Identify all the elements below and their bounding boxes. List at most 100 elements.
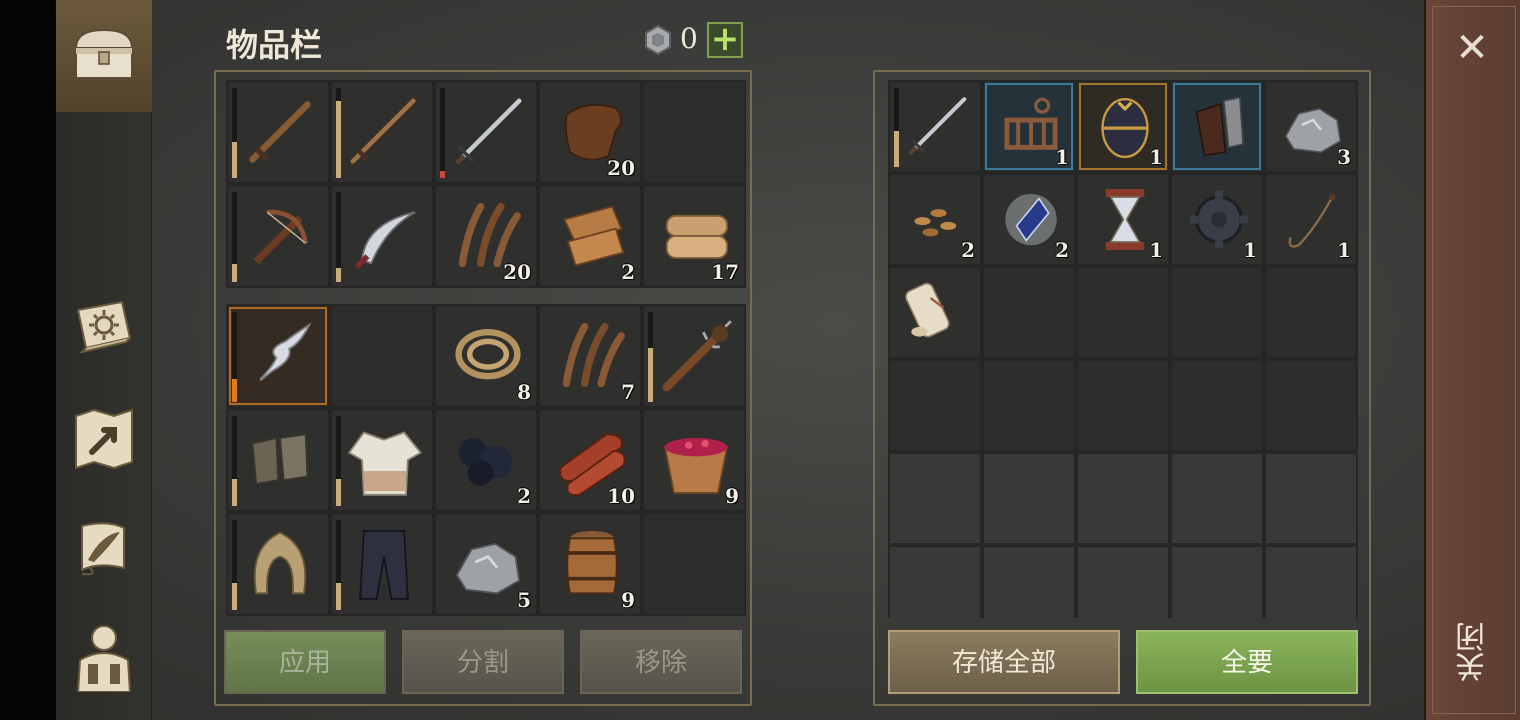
- store-all-button[interactable]: 存储全部: [888, 630, 1120, 694]
- storage-slot[interactable]: 1: [1266, 175, 1356, 264]
- item-count: 2: [621, 260, 635, 284]
- item-count: 1: [1055, 145, 1069, 169]
- pocket-slot[interactable]: 2: [436, 410, 536, 510]
- hood-icon: [253, 531, 307, 595]
- storage-slot[interactable]: [1172, 547, 1262, 636]
- bag-slot[interactable]: [644, 82, 744, 182]
- storage-slot[interactable]: [890, 361, 980, 450]
- bag-slot[interactable]: [228, 82, 328, 182]
- storage-slot[interactable]: [984, 361, 1074, 450]
- storage-slot[interactable]: 1: [1078, 175, 1168, 264]
- shirt-icon: [347, 431, 423, 496]
- coin-icon: [645, 24, 671, 56]
- pocket-slot[interactable]: [228, 410, 328, 510]
- bag-slot[interactable]: 20: [436, 186, 536, 286]
- close-label[interactable]: 关闭: [1452, 612, 1492, 692]
- storage-slot[interactable]: [984, 454, 1074, 543]
- bag-slot[interactable]: 20: [540, 82, 640, 182]
- item-count: 9: [725, 484, 739, 508]
- storage-slot[interactable]: [1078, 268, 1168, 357]
- storage-slot[interactable]: [890, 547, 980, 636]
- pocket-slot[interactable]: 5: [436, 514, 536, 614]
- durability-bar: [336, 520, 341, 610]
- iron-sword-icon: [455, 98, 522, 165]
- storage-slot[interactable]: 2: [984, 175, 1074, 264]
- close-icon[interactable]: ✕: [1448, 24, 1496, 72]
- split-button[interactable]: 分割: [402, 630, 564, 694]
- pocket-slot[interactable]: [332, 306, 432, 406]
- pocket-slot[interactable]: [644, 514, 744, 614]
- storage-slot[interactable]: [1078, 547, 1168, 636]
- spiked-club-icon: [662, 320, 732, 392]
- chest-icon[interactable]: [68, 18, 140, 90]
- pocket-slot[interactable]: 7: [540, 306, 640, 406]
- storage-slot[interactable]: [1172, 82, 1262, 171]
- item-count: 1: [1149, 238, 1163, 262]
- bag-slot[interactable]: [332, 82, 432, 182]
- character-equipment-icon[interactable]: [68, 620, 140, 692]
- item-count: 10: [607, 484, 635, 508]
- durability-bar: [232, 312, 237, 402]
- screen-edge: [0, 0, 56, 720]
- durability-bar: [894, 88, 899, 167]
- item-count: 3: [1337, 145, 1351, 169]
- item-count: 1: [1337, 238, 1351, 262]
- item-count: 20: [607, 156, 635, 180]
- storage-slot[interactable]: [890, 268, 980, 357]
- pocket-slot[interactable]: [228, 514, 328, 614]
- apply-button[interactable]: 应用: [224, 630, 386, 694]
- storage-slot[interactable]: [1266, 454, 1356, 543]
- pocket-slot[interactable]: [644, 306, 744, 406]
- item-count: 2: [961, 238, 975, 262]
- durability-bar: [232, 416, 237, 506]
- storage-slot[interactable]: [1266, 361, 1356, 450]
- crafting-book-icon[interactable]: [68, 290, 140, 362]
- storage-slot[interactable]: 2: [890, 175, 980, 264]
- storage-slot[interactable]: [890, 454, 980, 543]
- storage-slot[interactable]: 1: [1172, 175, 1262, 264]
- bag-slot[interactable]: [436, 82, 536, 182]
- bag-slot[interactable]: 2: [540, 186, 640, 286]
- pocket-slot[interactable]: [332, 514, 432, 614]
- bag-slot[interactable]: 17: [644, 186, 744, 286]
- bag-slot[interactable]: [332, 186, 432, 286]
- map-icon[interactable]: [68, 402, 140, 474]
- item-count: 7: [621, 380, 635, 404]
- gloves-icon: [251, 433, 309, 485]
- pocket-slot[interactable]: 8: [436, 306, 536, 406]
- storage-slot[interactable]: [1266, 268, 1356, 357]
- add-coins-button[interactable]: +: [707, 22, 743, 58]
- durability-bar: [440, 88, 445, 178]
- durability-bar: [232, 520, 237, 610]
- item-count: 2: [1055, 238, 1069, 262]
- durability-bar: [336, 88, 341, 178]
- pocket-slot[interactable]: 9: [644, 410, 744, 510]
- storage-slot[interactable]: 3: [1266, 82, 1356, 171]
- storage-slot[interactable]: 1: [1078, 82, 1168, 171]
- item-count: 5: [517, 588, 531, 612]
- storage-slot[interactable]: [1078, 361, 1168, 450]
- pants-icon: [359, 530, 409, 600]
- storage-slot[interactable]: [1172, 268, 1262, 357]
- storage-slot[interactable]: [984, 547, 1074, 636]
- bag-slot[interactable]: [228, 186, 328, 286]
- scimitar-icon: [354, 211, 416, 270]
- pocket-slot[interactable]: [228, 306, 328, 406]
- storage-slot[interactable]: [984, 268, 1074, 357]
- inventory-title: 物品栏: [226, 26, 323, 64]
- side-navigation: [56, 0, 152, 720]
- game-screen: 物品栏 0 + 20 20 2 17 8 7 2 10 9 5 9 应用 分割 移除 1 1 3 2 2 1…: [0, 0, 1520, 720]
- scroll-quill-icon[interactable]: [68, 514, 140, 586]
- pocket-slot[interactable]: 9: [540, 514, 640, 614]
- item-count: 9: [621, 588, 635, 612]
- storage-slot[interactable]: 1: [984, 82, 1074, 171]
- storage-slot[interactable]: [1078, 454, 1168, 543]
- take-all-button[interactable]: 全要: [1136, 630, 1358, 694]
- pocket-slot[interactable]: [332, 410, 432, 510]
- storage-slot[interactable]: [1266, 547, 1356, 636]
- pocket-slot[interactable]: 10: [540, 410, 640, 510]
- remove-button[interactable]: 移除: [580, 630, 742, 694]
- storage-slot[interactable]: [890, 82, 980, 171]
- storage-slot[interactable]: [1172, 361, 1262, 450]
- storage-slot[interactable]: [1172, 454, 1262, 543]
